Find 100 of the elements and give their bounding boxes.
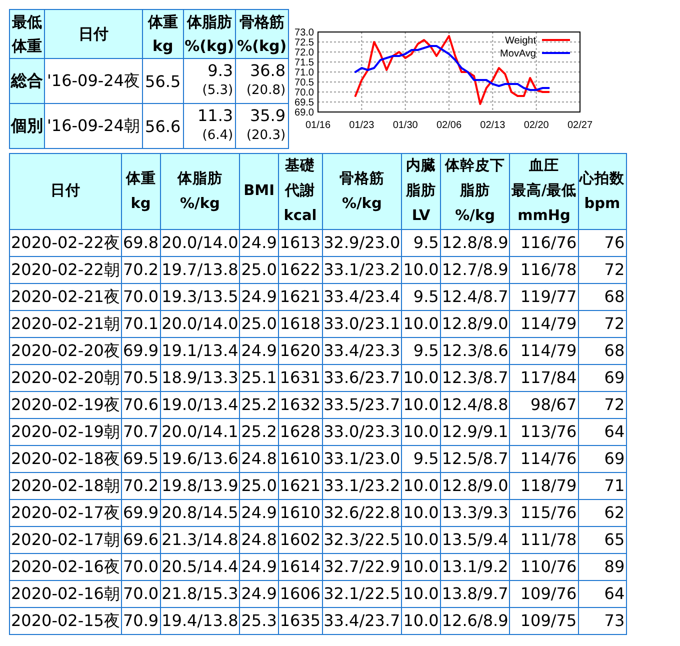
table-cell: 111/78 [510,526,578,554]
table-cell: 25.0 [240,256,278,284]
header-text: 日付 [78,24,110,45]
axis-label: 69.0 [294,108,314,118]
table-cell: 24.9 [240,580,278,608]
table-cell: 10.0 [402,608,440,634]
table-cell: 69 [578,446,626,472]
table-cell: 2020-02-21夜 [10,284,122,310]
table-cell: 9.5 [402,284,440,310]
table-cell: '16-09-24夜 [44,58,143,104]
table-cell: 33.6/23.7 [322,364,402,392]
table-cell: 9.5 [402,230,440,256]
table-cell: 25.2 [240,418,278,446]
axis-label: 71.5 [294,58,314,68]
table-cell: 12.6/8.9 [440,608,510,634]
table-cell: 65 [578,526,626,554]
table-cell: 68 [578,338,626,364]
sub-value-text: (20.8) [245,82,286,100]
table-cell: 32.1/22.5 [322,580,402,608]
header-text: BMI [242,182,276,201]
table-cell: 24.8 [240,526,278,554]
table-cell: 12.9/9.1 [440,418,510,446]
table-cell: 10.0 [402,554,440,580]
table-cell: 20.5/14.4 [160,554,240,580]
table-cell: 12.3/8.7 [440,364,510,392]
table-cell: 119/77 [510,284,578,310]
table-cell: 13.5/9.4 [440,526,510,554]
table-cell: 33.1/23.2 [322,256,402,284]
header-text: 内臓 [405,156,438,176]
table-cell: 10.0 [402,418,440,446]
table-cell: 1635 [278,608,322,634]
table-cell: 33.4/23.7 [322,608,402,634]
header-text: 体重 [11,36,43,57]
table-cell: 72 [578,256,626,284]
table-cell: 1621 [278,472,322,500]
header-text: LV [410,207,432,226]
table-cell: 25.2 [240,392,278,418]
table-cell: 1632 [278,392,322,418]
axis-label: 01/16 [305,120,330,131]
table-cell: 32.7/22.9 [322,554,402,580]
table-cell: 25.3 [240,608,278,634]
value-text: 9.3 [206,61,234,81]
table-cell: 12.4/8.8 [440,392,510,418]
table-cell: 1622 [278,256,322,284]
table-cell: 2020-02-16朝 [10,580,122,608]
table-cell: 70.0 [121,580,160,608]
table-cell: 20.0/14.0 [160,310,240,338]
table-cell: 10.0 [402,526,440,554]
table-cell: 68 [578,284,626,310]
table-cell: 20.8/14.5 [160,500,240,526]
table-cell: 10.0 [402,392,440,418]
table-cell: 33.4/23.4 [322,284,402,310]
table-cell: 2020-02-15夜 [10,608,122,634]
table-cell: 2020-02-18夜 [10,446,122,472]
table-cell: 69.9 [121,500,160,526]
table-cell: 12.8/9.0 [440,472,510,500]
table-cell: 1631 [278,364,322,392]
table-cell: 109/76 [510,580,578,608]
header-text: mmHg [516,207,572,226]
table-cell: 12.7/8.9 [440,256,510,284]
table-cell: 2020-02-17夜 [10,500,122,526]
table-cell: 24.8 [240,446,278,472]
table-cell: 1618 [278,310,322,338]
header-text: 体脂肪 [176,170,224,188]
row-header: 総合 [10,58,44,104]
table-cell: 19.0/13.4 [160,392,240,418]
header-text: 日付 [49,182,82,201]
table-cell: 117/84 [510,364,578,392]
table-cell: 10.0 [402,256,440,284]
header-text: 代謝 [284,182,316,201]
header-text: %(kg) [237,36,287,57]
header-text: kg [130,194,152,214]
table-cell: 1620 [278,338,322,364]
table-cell: 24.9 [240,554,278,580]
table-cell: 71 [578,472,626,500]
header-text: 脂肪 [404,182,438,201]
table-cell: 70.0 [121,284,160,310]
table-cell: 56.6 [142,104,184,148]
table-cell: 24.9 [240,230,278,256]
table-cell: 62 [578,500,626,526]
table-cell: 19.1/13.4 [160,338,240,364]
table-cell: 1610 [278,446,322,472]
table-cell: 33.4/23.3 [322,338,402,364]
table-cell: 110/76 [510,554,578,580]
table-cell: 73 [578,608,626,634]
legend-label: Weight [504,36,536,46]
table-cell: 70.9 [121,608,160,634]
table-cell: 12.4/8.7 [440,284,510,310]
header-text: %/kg [340,194,383,214]
table-cell: 25.0 [240,472,278,500]
value-text: 35.9 [248,106,286,126]
axis-label: 69.5 [294,98,314,108]
header-text: 脂肪 [458,182,492,201]
header-text: %/kg [454,207,496,226]
table-cell: 70.1 [121,310,160,338]
header-text: bpm [583,194,622,214]
table-cell: 10.0 [402,580,440,608]
table-cell: 33.1/23.2 [322,472,402,500]
header-text: 体幹皮下 [444,156,506,176]
value-text: 11.3 [196,106,234,126]
